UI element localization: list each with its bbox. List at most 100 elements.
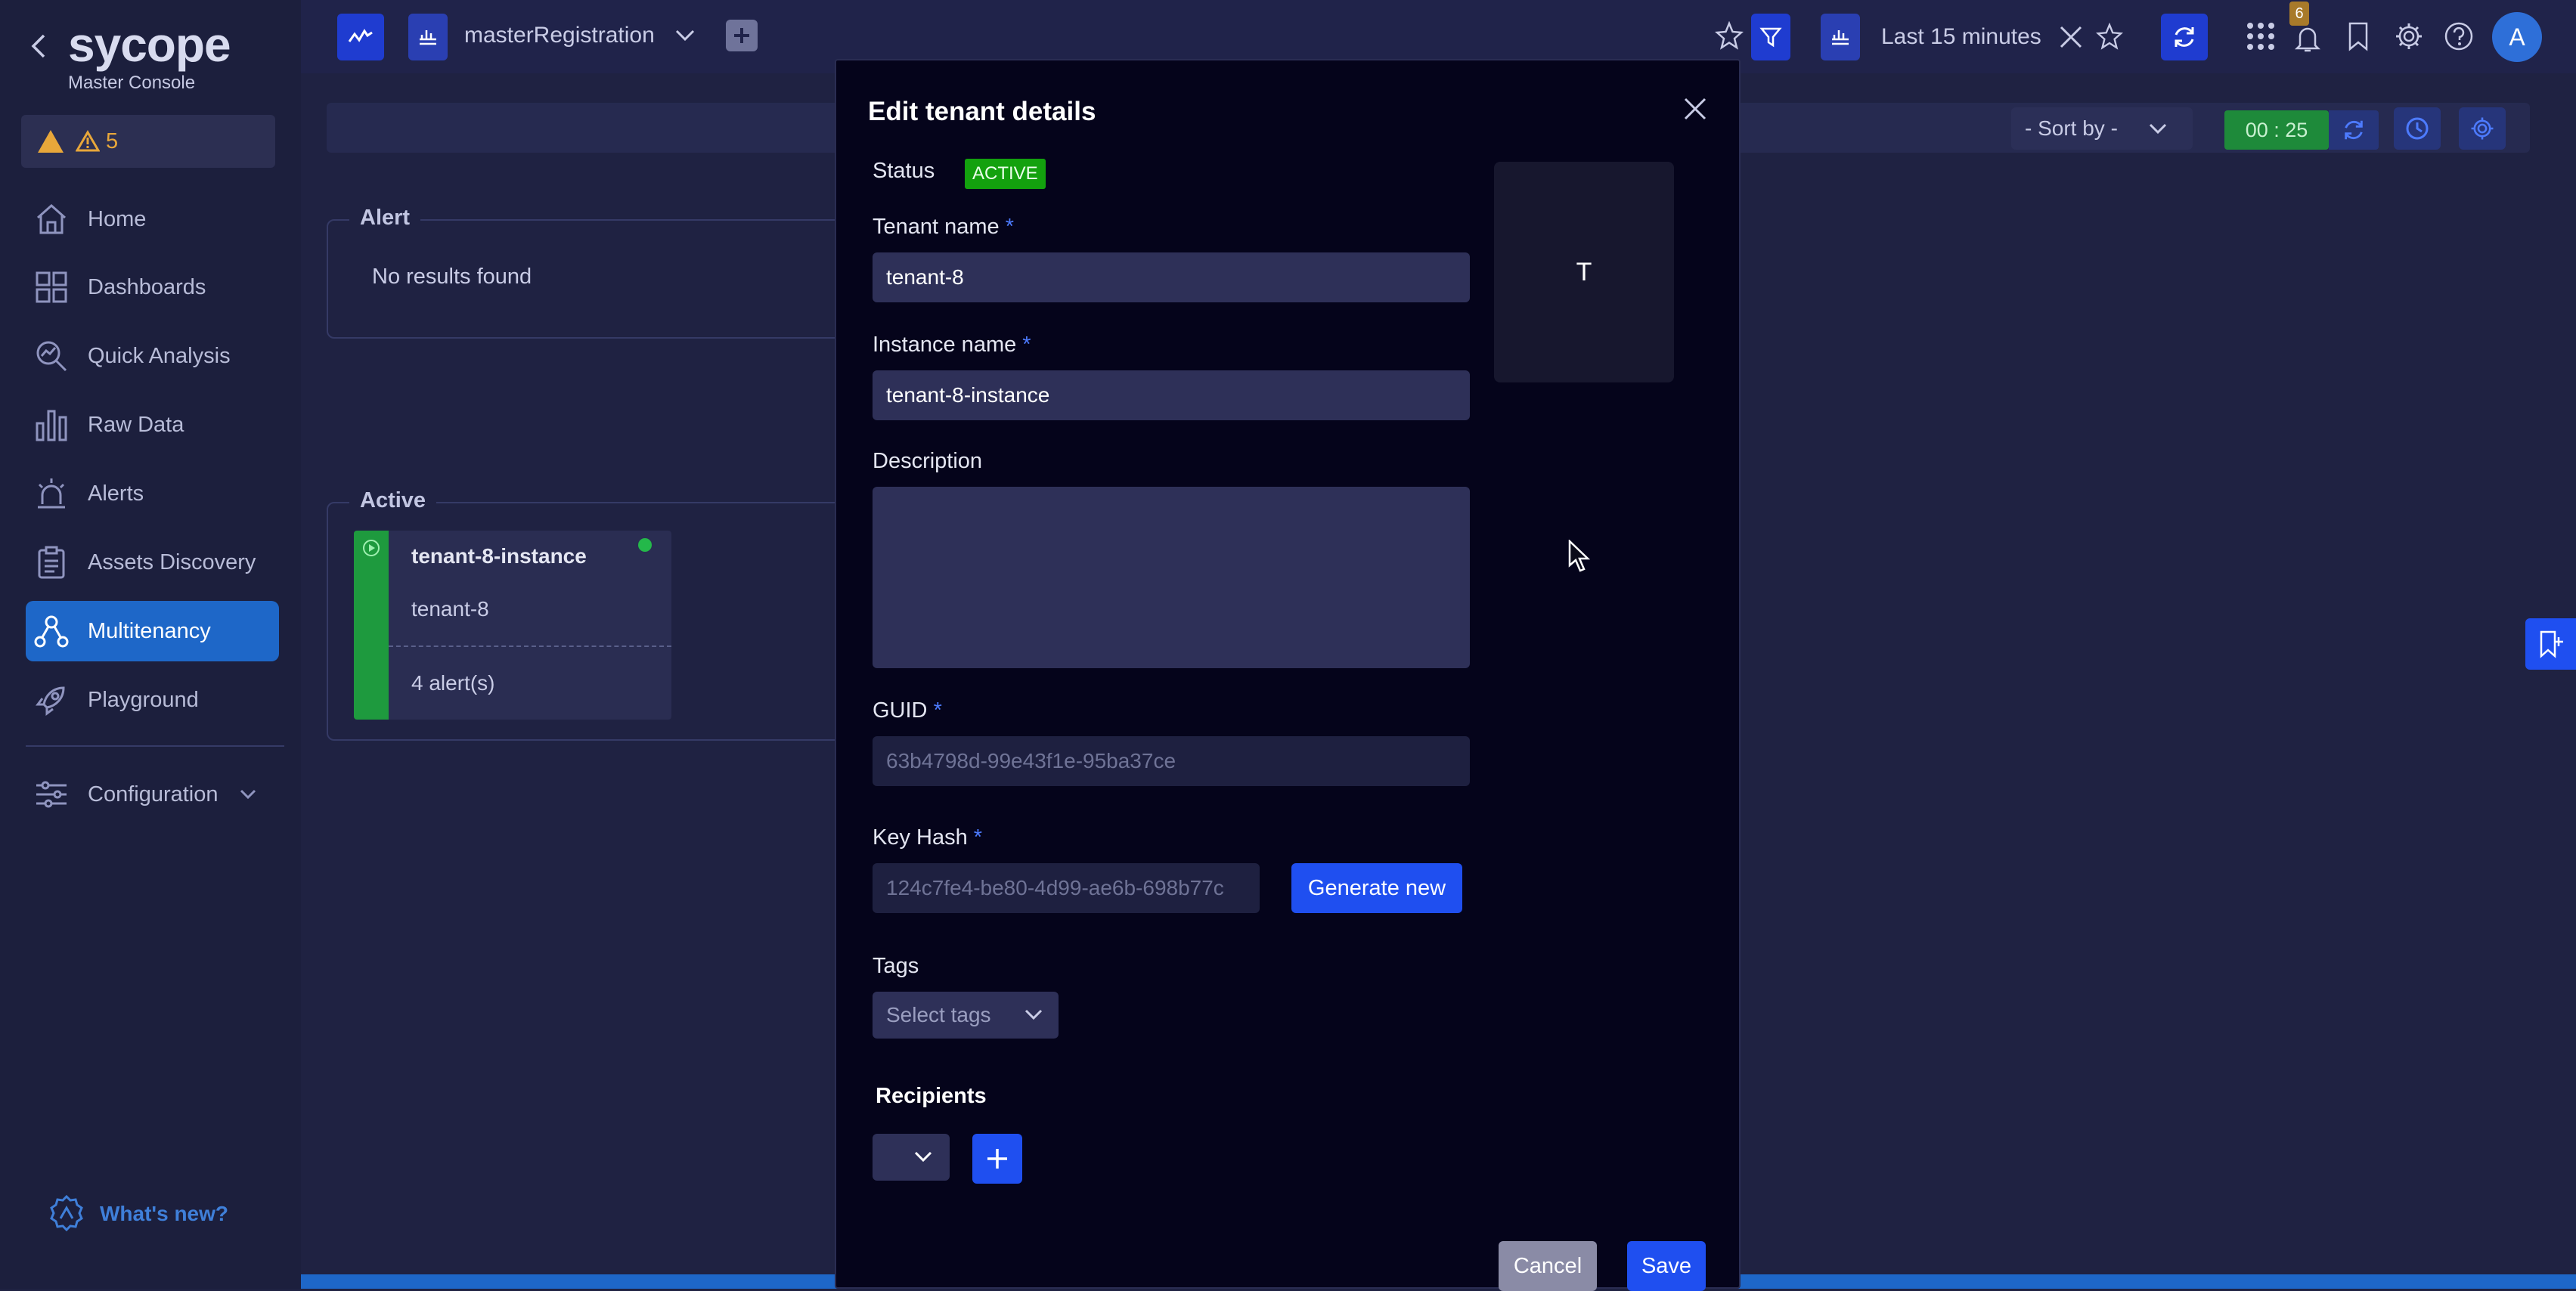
nav-dashboards[interactable]: Dashboards — [26, 257, 279, 317]
sidebar: sycope Master Console 5 Home Dashboards … — [0, 0, 301, 1289]
time-range-icon — [1829, 26, 1852, 48]
tenant-name-label: Tenant name * — [873, 215, 1014, 240]
dashboard-dropdown-icon[interactable] — [674, 29, 696, 42]
recipients-select[interactable] — [873, 1134, 950, 1181]
key-hash-label-text: Key Hash — [873, 825, 968, 850]
tags-chevron-icon — [1024, 1008, 1043, 1020]
whats-new-link[interactable]: What's new? — [47, 1194, 228, 1234]
sort-by-select[interactable]: - Sort by - — [2011, 107, 2193, 150]
whats-new-icon — [47, 1194, 86, 1234]
close-icon[interactable] — [1683, 97, 1707, 121]
edit-tenant-modal: Edit tenant details Status ACTIVE T Tena… — [835, 59, 1741, 1291]
guid-input[interactable]: 63b4798d-99e43f1e-95ba37ce — [873, 736, 1470, 786]
required-mark: * — [1022, 333, 1031, 357]
nav-raw-data[interactable]: Raw Data — [26, 395, 279, 455]
user-avatar[interactable]: A — [2492, 12, 2542, 62]
dashboard-type-icon-button[interactable] — [408, 14, 448, 60]
dashboard-name[interactable]: masterRegistration — [464, 23, 655, 48]
nav-quick-analysis[interactable]: Quick Analysis — [26, 326, 279, 386]
view-settings-button[interactable] — [2459, 107, 2506, 150]
nav-home[interactable]: Home — [26, 189, 279, 249]
bell-icon[interactable] — [2294, 23, 2321, 53]
save-button[interactable]: Save — [1627, 1241, 1706, 1291]
tenant-card[interactable]: tenant-8-instance tenant-8 4 alert(s) — [354, 531, 671, 720]
side-bookmark-tab[interactable] — [2525, 618, 2576, 670]
time-range-icon-button[interactable] — [1821, 14, 1860, 60]
description-textarea[interactable] — [873, 487, 1470, 668]
alert-section-title: Alert — [349, 206, 421, 231]
nav-playground[interactable]: Playground — [26, 670, 279, 730]
nav-assets-discovery-label: Assets Discovery — [88, 550, 256, 574]
refresh-icon — [2171, 24, 2197, 50]
tags-label: Tags — [873, 954, 919, 978]
sort-chevron-icon — [2148, 122, 2168, 135]
auto-refresh-icon — [2342, 118, 2366, 142]
plus-icon — [985, 1147, 1009, 1171]
nav-alerts-label: Alerts — [88, 481, 144, 506]
nav-alerts[interactable]: Alerts — [26, 463, 279, 524]
history-icon — [2404, 116, 2430, 141]
chevron-down-icon — [240, 789, 256, 800]
filter-icon — [1759, 26, 1782, 48]
modal-title: Edit tenant details — [868, 97, 1096, 126]
apps-grid-icon[interactable] — [2246, 21, 2276, 51]
card-tenant-name: tenant-8 — [411, 597, 489, 621]
back-chevron-icon[interactable] — [30, 33, 47, 59]
card-alerts-count[interactable]: 4 alert(s) — [411, 671, 494, 695]
card-divider — [389, 646, 671, 647]
instance-name-input[interactable]: tenant-8-instance — [873, 370, 1470, 420]
instance-name-label-text: Instance name — [873, 333, 1017, 357]
nav-configuration[interactable]: Configuration — [26, 764, 279, 825]
clipboard-icon — [33, 544, 70, 580]
activity-button[interactable] — [337, 14, 384, 60]
activity-icon — [348, 26, 374, 48]
cancel-button[interactable]: Cancel — [1499, 1241, 1597, 1291]
warning-outline-icon — [76, 130, 100, 153]
status-label: Status — [873, 159, 935, 183]
add-bookmark-icon — [2538, 630, 2564, 658]
nav-home-label: Home — [88, 206, 147, 231]
favorite-star-icon[interactable] — [1715, 21, 1744, 50]
recipients-chevron-icon — [913, 1150, 933, 1163]
add-dashboard-button[interactable] — [726, 20, 758, 51]
view-settings-gear-icon — [2469, 116, 2495, 141]
console-subtitle: Master Console — [68, 73, 196, 93]
bookmark-icon[interactable] — [2347, 21, 2370, 51]
alarm-icon — [33, 475, 70, 512]
description-label: Description — [873, 449, 983, 473]
tenant-name-input[interactable]: tenant-8 — [873, 252, 1470, 302]
alert-counter[interactable]: 5 — [21, 115, 275, 168]
guid-label-text: GUID — [873, 698, 928, 723]
nav-multitenancy[interactable]: Multitenancy — [26, 601, 279, 661]
time-range-label[interactable]: Last 15 minutes — [1881, 24, 2041, 50]
instance-name-label: Instance name * — [873, 333, 1031, 358]
help-icon[interactable] — [2444, 21, 2474, 51]
key-hash-input[interactable]: 124c7fe4-be80-4d99-ae6b-698b77c — [873, 863, 1260, 913]
auto-refresh-button[interactable] — [2329, 110, 2379, 150]
nav-dashboards-label: Dashboards — [88, 274, 206, 299]
tenant-name-label-text: Tenant name — [873, 215, 1000, 239]
whats-new-label: What's new? — [100, 1202, 228, 1225]
add-recipient-button[interactable] — [972, 1134, 1022, 1184]
raw-data-icon — [33, 407, 70, 443]
time-favorite-star-icon[interactable] — [2096, 23, 2123, 50]
key-hash-label: Key Hash * — [873, 825, 982, 850]
alert-count: 5 — [106, 128, 119, 153]
guid-label: GUID * — [873, 698, 942, 723]
settings-gear-icon[interactable] — [2394, 21, 2424, 51]
history-button[interactable] — [2394, 107, 2441, 150]
logo: sycope — [68, 17, 231, 72]
dashboard-icon — [417, 26, 439, 48]
required-mark: * — [933, 698, 942, 723]
nav-assets-discovery[interactable]: Assets Discovery — [26, 532, 279, 593]
tags-select[interactable]: Select tags — [873, 992, 1059, 1039]
clear-time-icon[interactable] — [2058, 24, 2084, 50]
generate-new-button[interactable]: Generate new — [1291, 863, 1462, 913]
sliders-icon — [33, 776, 70, 813]
tenant-avatar[interactable]: T — [1494, 162, 1674, 382]
play-circle-icon — [361, 538, 381, 558]
filter-button[interactable] — [1751, 14, 1790, 60]
tags-placeholder: Select tags — [886, 1003, 991, 1026]
refresh-button[interactable] — [2161, 14, 2208, 60]
rocket-icon — [33, 682, 70, 718]
